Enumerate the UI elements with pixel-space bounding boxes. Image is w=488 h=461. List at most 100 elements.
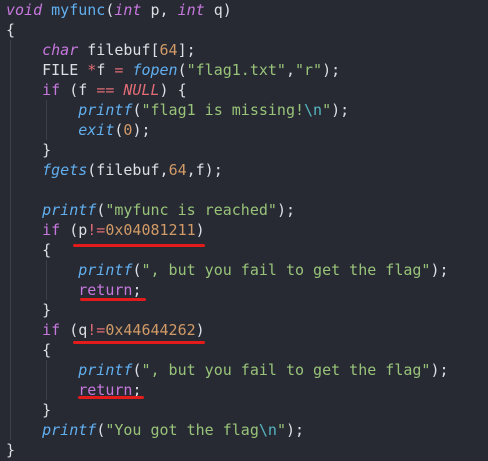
code-token: \n — [258, 421, 277, 439]
code-editor[interactable]: void myfunc ( int p, int q) { char filebuf[… — [0, 0, 488, 461]
code-token: ); — [285, 421, 305, 439]
code-token: NULL — [123, 81, 160, 99]
annotation-underline-return-1 — [80, 298, 146, 301]
code-token: if — [42, 81, 61, 99]
code-token: printf — [78, 361, 133, 379]
annotation-underline-return-2 — [78, 396, 144, 399]
code-token: myfunc — [51, 1, 106, 19]
code-line: { — [6, 240, 51, 260]
code-token: fopen — [132, 61, 178, 79]
code-line: char filebuf[64]; — [6, 40, 196, 60]
code-token: ); — [430, 361, 449, 379]
annotation-underline-p-check — [73, 244, 205, 247]
code-token: != — [87, 321, 106, 339]
code-line: { — [6, 20, 15, 40]
code-line: printf(", but you fail to get the flag")… — [6, 260, 449, 280]
code-token: 0x44644262 — [105, 321, 196, 339]
code-token: ); — [322, 61, 341, 79]
code-line: } — [6, 400, 51, 420]
code-token: ( — [177, 61, 187, 79]
code-token: if — [42, 221, 61, 239]
code-token: filebuf[ — [78, 41, 160, 59]
code-token: p, — [141, 1, 178, 19]
code-token: return — [78, 281, 133, 299]
code-token: , — [285, 61, 295, 79]
code-line: printf("flag1 is missing!\n"); — [6, 100, 349, 120]
code-token: ) — [195, 221, 205, 239]
code-line: { — [6, 340, 51, 360]
code-token: "flag1 is missing! — [141, 101, 305, 119]
code-token: ( — [96, 421, 106, 439]
code-line: printf(", but you fail to get the flag")… — [6, 360, 449, 380]
code-token: ); — [331, 101, 350, 119]
code-token: != — [87, 221, 106, 239]
code-token: 64 — [159, 41, 178, 59]
code-token: ", but you fail to get the flag" — [141, 361, 431, 379]
code-token: { — [6, 21, 16, 39]
code-token: * — [87, 61, 97, 79]
code-line: } — [6, 300, 51, 320]
code-token: "r" — [295, 61, 323, 79]
code-token: FILE — [6, 61, 88, 79]
code-line: if (q!=0x44644262) — [6, 320, 205, 340]
code-token: (q — [60, 321, 88, 339]
code-token: if — [42, 321, 61, 339]
code-token: { — [6, 341, 52, 359]
code-token: int — [114, 1, 142, 19]
code-token: } — [6, 401, 52, 419]
code-token: void — [6, 1, 43, 19]
code-token: } — [6, 301, 52, 319]
code-token: "You got the flag — [105, 421, 259, 439]
code-token: { — [6, 241, 52, 259]
code-token: ); — [132, 121, 151, 139]
code-token: printf — [78, 261, 133, 279]
code-line: if (f == NULL) { — [6, 80, 187, 100]
code-token: ) — [195, 321, 205, 339]
code-line: printf("You got the flag\n"); — [6, 420, 304, 440]
code-line: } — [6, 140, 51, 160]
code-token: ); — [276, 201, 295, 219]
code-line: if (p!=0x04081211) — [6, 220, 205, 240]
code-token: ", but you fail to get the flag" — [141, 261, 431, 279]
code-token: int — [177, 1, 205, 19]
code-token: exit — [78, 121, 115, 139]
code-token: 64 — [168, 161, 187, 179]
code-line: FILE *f = fopen("flag1.txt","r"); — [6, 60, 340, 80]
code-token: printf — [42, 421, 97, 439]
code-token: } — [6, 141, 52, 159]
code-token: ); — [430, 261, 449, 279]
code-token: ) { — [159, 81, 187, 99]
code-token: "flag1.txt" — [186, 61, 286, 79]
code-token: (f — [60, 81, 97, 99]
code-line: fgets(filebuf,64,f); — [6, 160, 223, 180]
annotation-underline-q-check — [73, 341, 205, 344]
code-token: ]; — [177, 41, 196, 59]
code-token: ,f); — [186, 161, 223, 179]
code-token: printf — [78, 101, 133, 119]
code-line: printf("myfunc is reached"); — [6, 200, 295, 220]
code-line: } — [6, 440, 15, 460]
code-token: (p — [60, 221, 88, 239]
code-token: " — [276, 421, 286, 439]
code-token: " — [322, 101, 332, 119]
code-token: } — [6, 441, 16, 459]
code-token: printf — [42, 201, 97, 219]
code-line: return; — [6, 280, 141, 300]
code-token: q) — [204, 1, 232, 19]
code-token: (filebuf, — [87, 161, 169, 179]
code-token: fgets — [42, 161, 88, 179]
code-token: ; — [132, 281, 142, 299]
